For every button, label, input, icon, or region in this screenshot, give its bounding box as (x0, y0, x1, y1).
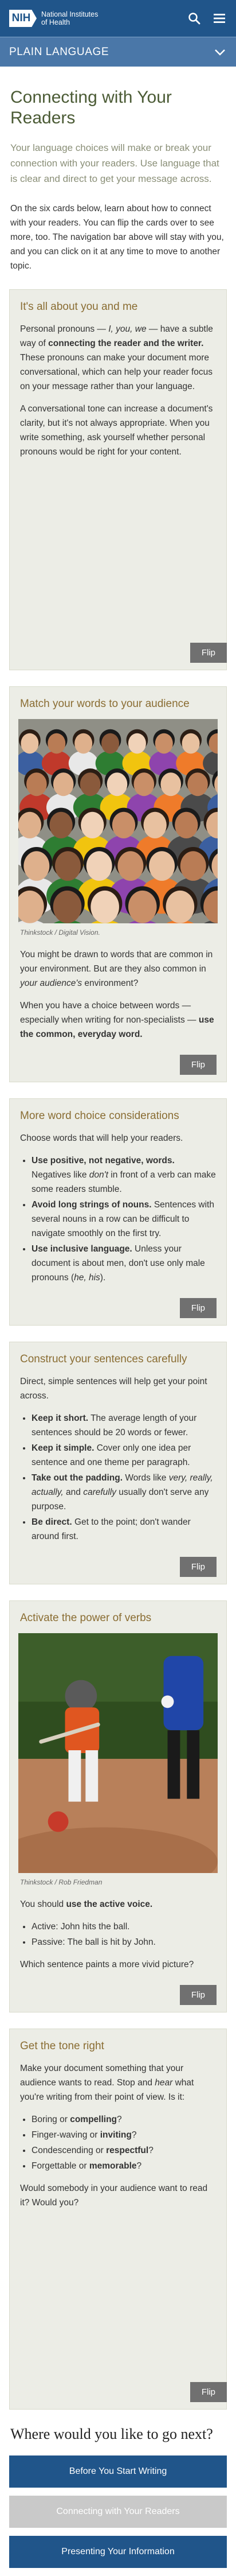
card-paragraph: You should use the active voice. (20, 1899, 153, 1909)
photo-caption: Thinkstock / Digital Vision. (20, 928, 100, 937)
flip-button[interactable]: Flip (179, 1055, 217, 1075)
nih-logo-badge: NIH (9, 10, 37, 27)
card-paragraph: Personal pronouns — I, you, we — have a … (20, 324, 213, 391)
list-item: Be direct. Get to the point; don't wande… (32, 1515, 216, 1544)
list-item: Forgettable or memorable? (32, 2159, 216, 2173)
list-item: Condescending or respectful? (32, 2143, 216, 2158)
card-paragraph: Make your document something that your a… (20, 2064, 194, 2102)
list-item: Keep it short. The average length of you… (32, 1411, 216, 1440)
page-title: Connecting with Your Readers (10, 88, 172, 127)
card-verbs: Activate the power of verbs Thinkstock /… (9, 1600, 227, 2012)
card-list: Use positive, not negative, words. Negat… (32, 1153, 216, 1285)
list-item: Finger-waving or inviting? (32, 2128, 216, 2142)
list-item: Avoid long strings of nouns. Sentences w… (32, 1198, 216, 1241)
card-word-choice: More word choice considerations Choose w… (9, 1098, 227, 1326)
card-list: Keep it short. The average length of you… (32, 1411, 216, 1544)
search-icon[interactable] (187, 11, 202, 26)
card-audience: Match your words to your audience Thinks… (9, 686, 227, 1082)
card-list: Active: John hits the ball. Passive: The… (32, 1920, 216, 1949)
list-item: Keep it simple. Cover only one idea per … (32, 1441, 216, 1470)
nav-button-current-page: Connecting with Your Readers (9, 2496, 227, 2528)
list-item: Take out the padding. Words like very, r… (32, 1471, 216, 1514)
nih-logo[interactable]: NIH National Institutes of Health (9, 10, 98, 27)
card-pronouns: It's all about you and me Personal prono… (9, 289, 227, 670)
chevron-down-icon[interactable] (213, 45, 227, 59)
logo-line-2: of Health (41, 18, 70, 26)
card-title: Get the tone right (20, 2040, 104, 2052)
section-nav-bar[interactable]: PLAIN LANGUAGE (0, 37, 236, 67)
page-lead: Your language choices will make or break… (10, 142, 219, 184)
card-title: More word choice considerations (20, 1110, 179, 1122)
list-item: Use inclusive language. Unless your docu… (32, 1242, 216, 1285)
card-title: It's all about you and me (20, 301, 138, 313)
flip-button[interactable]: Flip (190, 2382, 227, 2402)
card-paragraph: Choose words that will help your readers… (20, 1133, 183, 1143)
crowd-photo (18, 719, 218, 923)
card-paragraph: Which sentence paints a more vivid pictu… (20, 1960, 194, 1969)
nih-logo-text: National Institutes of Health (41, 10, 98, 26)
nav-button-presenting-info[interactable]: Presenting Your Information (9, 2536, 227, 2568)
list-item: Passive: The ball is hit by John. (32, 1935, 216, 1949)
flip-button[interactable]: Flip (179, 1298, 217, 1318)
card-title: Construct your sentences carefully (20, 1353, 187, 1365)
page-intro: On the six cards below, learn about how … (10, 204, 224, 271)
nav-button-before-you-start[interactable]: Before You Start Writing (9, 2455, 227, 2488)
list-item: Boring or compelling? (32, 2112, 216, 2127)
card-paragraph: A conversational tone can increase a doc… (20, 404, 213, 457)
logo-line-1: National Institutes (41, 10, 99, 18)
card-paragraph: You might be drawn to words that are com… (20, 950, 213, 988)
card-paragraph: Would somebody in your audience want to … (20, 2183, 208, 2208)
card-title: Match your words to your audience (20, 698, 190, 710)
list-item: Active: John hits the ball. (32, 1920, 216, 1934)
card-title: Activate the power of verbs (20, 1612, 152, 1624)
baseball-photo (18, 1633, 218, 1873)
menu-icon[interactable] (212, 11, 227, 26)
flip-button[interactable]: Flip (179, 1557, 217, 1577)
site-header: NIH National Institutes of Health (0, 0, 236, 37)
list-item: Use positive, not negative, words. Negat… (32, 1153, 216, 1196)
card-paragraph: Direct, simple sentences will help get y… (20, 1377, 207, 1401)
header-icons (187, 11, 227, 26)
flip-button[interactable]: Flip (179, 1985, 217, 2005)
next-section-title: Where would you like to go next? (10, 2426, 213, 2442)
card-list: Boring or compelling? Finger-waving or i… (32, 2112, 216, 2173)
card-paragraph: When you have a choice between words — e… (20, 1001, 214, 1039)
section-nav-label: PLAIN LANGUAGE (9, 45, 109, 58)
flip-button[interactable]: Flip (190, 643, 227, 663)
card-sentences: Construct your sentences carefully Direc… (9, 1342, 227, 1584)
photo-caption: Thinkstock / Rob Friedman (20, 1878, 103, 1886)
card-tone: Get the tone right Make your document so… (9, 2029, 227, 2410)
